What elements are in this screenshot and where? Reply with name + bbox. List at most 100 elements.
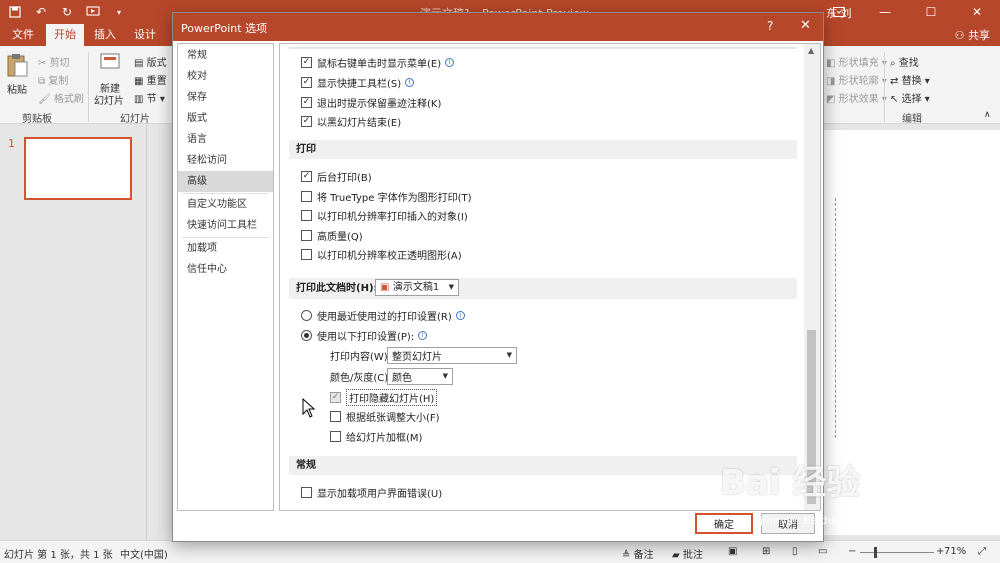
nav-save[interactable]: 保存 xyxy=(178,87,273,108)
reading-view-icon[interactable]: ▯ xyxy=(792,546,798,557)
new-slide-label-2[interactable]: 幻灯片 xyxy=(94,92,124,107)
color-label: 颜色/灰度(C): xyxy=(330,372,392,384)
checkbox-background-print[interactable]: ✓ xyxy=(301,170,312,182)
customize-qat-icon[interactable]: ▾ xyxy=(110,3,128,21)
option-align-transparent[interactable]: 以打印机分辨率校正透明图形(A) xyxy=(301,245,462,263)
paste-button[interactable]: 粘贴 xyxy=(7,81,27,96)
maximize-icon[interactable]: ☐ xyxy=(908,0,954,24)
option-background-print[interactable]: ✓ 后台打印(B) xyxy=(301,167,372,185)
cut-button[interactable]: ✂ 剪切 xyxy=(38,54,70,69)
pane-divider[interactable] xyxy=(146,124,147,540)
notes-button[interactable]: ≜ 备注 xyxy=(622,546,654,561)
help-icon[interactable]: ? xyxy=(767,19,773,33)
zoom-level[interactable]: 71% xyxy=(944,546,966,557)
option-use-recent-settings[interactable]: 使用最近使用过的打印设置(R) i xyxy=(301,306,465,324)
minimize-icon[interactable]: — xyxy=(862,0,908,24)
option-use-following-settings[interactable]: 使用以下打印设置(P): i xyxy=(301,326,428,344)
radio-use-following[interactable] xyxy=(301,329,312,341)
checkbox-truetype-graphics[interactable] xyxy=(301,190,312,202)
checkbox-end-black-slide[interactable]: ✓ xyxy=(301,115,312,127)
option-addin-errors[interactable]: 显示加载项用户界面错误(U) xyxy=(301,483,442,501)
undo-icon[interactable]: ↶ xyxy=(32,3,50,21)
slideshow-icon[interactable]: ▭ xyxy=(818,546,827,557)
checkbox-scale-to-fit[interactable] xyxy=(330,410,341,422)
scroll-up-icon[interactable]: ▲ xyxy=(808,46,814,55)
option-mini-toolbar[interactable]: ✓ 显示快捷工具栏(S) i xyxy=(301,73,415,91)
new-slide-icon[interactable] xyxy=(100,52,122,75)
slide-sorter-icon[interactable]: ⊞ xyxy=(762,546,770,557)
print-document-dropdown[interactable]: ▣ 演示文稿1 ▼ xyxy=(375,279,459,296)
close-icon[interactable]: ✕ xyxy=(954,0,1000,24)
tab-design[interactable]: 设计 xyxy=(126,24,164,46)
checkbox-right-click-menu[interactable]: ✓ xyxy=(301,56,312,68)
option-label: 以打印机分辨率打印插入的对象(I) xyxy=(317,211,468,223)
chevron-down-icon: ▼ xyxy=(442,372,448,380)
option-keep-ink[interactable]: ✓ 退出时提示保留墨迹注释(K) xyxy=(301,93,441,111)
color-dropdown[interactable]: 颜色 ▼ xyxy=(387,367,453,385)
fit-to-window-icon[interactable]: ⤢ xyxy=(978,546,986,557)
zoom-out-icon[interactable]: − xyxy=(848,546,856,557)
checkbox-align-transparent[interactable] xyxy=(301,248,312,260)
checkbox-printer-resolution-objects[interactable] xyxy=(301,209,312,221)
radio-use-recent[interactable] xyxy=(301,309,312,321)
nav-layout[interactable]: 版式 xyxy=(178,108,273,129)
tab-insert[interactable]: 插入 xyxy=(86,24,124,46)
comments-button[interactable]: ▰ 批注 xyxy=(672,546,703,561)
option-scale-to-fit[interactable]: 根据纸张调整大小(F) xyxy=(330,407,440,425)
slide-thumbnail[interactable] xyxy=(24,137,132,200)
nav-advanced[interactable]: 高级 xyxy=(178,171,273,192)
checkbox-addin-errors[interactable] xyxy=(301,486,312,498)
nav-accessibility[interactable]: 轻松访问 xyxy=(178,150,273,171)
section-divider xyxy=(289,47,797,49)
redo-icon[interactable]: ↻ xyxy=(58,3,76,21)
tab-file[interactable]: 文件 xyxy=(4,24,42,46)
zoom-slider-thumb[interactable] xyxy=(874,547,877,558)
nav-quick-access-toolbar[interactable]: 快速访问工具栏 xyxy=(178,215,273,236)
shape-outline-button[interactable]: ◨ 形状轮廓 ▾ xyxy=(826,72,887,87)
checkbox-keep-ink[interactable]: ✓ xyxy=(301,96,312,108)
option-end-black-slide[interactable]: ✓ 以黑幻灯片结束(E) xyxy=(301,112,401,130)
checkbox-high-quality[interactable] xyxy=(301,229,312,241)
dialog-close-icon[interactable]: ✕ xyxy=(800,18,811,33)
option-frame-slides[interactable]: 给幻灯片加框(M) xyxy=(330,427,422,445)
options-scrollbar[interactable]: ▲ xyxy=(804,44,820,510)
checkbox-frame-slides[interactable] xyxy=(330,430,341,442)
find-button[interactable]: ⌕ 查找 xyxy=(890,54,919,69)
normal-view-icon[interactable]: ▣ xyxy=(728,546,737,557)
shape-fill-button[interactable]: ◧ 形状填充 ▾ xyxy=(826,54,887,69)
share-button[interactable]: ⚇ 共享 xyxy=(955,27,990,43)
replace-button[interactable]: ⇄ 替换 ▾ xyxy=(890,72,930,87)
option-right-click-menu[interactable]: ✓ 鼠标右键单击时显示菜单(E) i xyxy=(301,53,455,71)
nav-customize-ribbon[interactable]: 自定义功能区 xyxy=(178,194,273,215)
reset-label: 重置 xyxy=(146,76,167,87)
nav-addins[interactable]: 加载项 xyxy=(178,238,273,259)
shape-effects-button[interactable]: ◩ 形状效果 ▾ xyxy=(826,90,887,105)
layout-button[interactable]: ▤ 版式 xyxy=(134,54,167,69)
reset-button[interactable]: ▦ 重置 xyxy=(134,72,167,87)
paste-icon[interactable] xyxy=(6,52,28,81)
select-label: 选择 xyxy=(901,94,922,105)
format-painter-button[interactable]: 🖌 格式刷 xyxy=(38,90,84,105)
nav-general[interactable]: 常规 xyxy=(178,45,273,66)
select-button[interactable]: ↖ 选择 ▾ xyxy=(890,90,930,105)
option-high-quality[interactable]: 高质量(Q) xyxy=(301,226,363,244)
tab-home[interactable]: 开始 xyxy=(46,24,84,46)
option-truetype-graphics[interactable]: 将 TrueType 字体作为图形打印(T) xyxy=(301,187,471,205)
section-button[interactable]: ▥ 节 ▾ xyxy=(134,90,165,105)
replace-label: 替换 xyxy=(901,76,922,87)
zoom-slider[interactable] xyxy=(860,552,934,553)
option-print-hidden-slides[interactable]: ✓ 打印隐藏幻灯片(H) xyxy=(330,388,438,406)
language-status[interactable]: 中文(中国) xyxy=(120,546,168,561)
nav-proofing[interactable]: 校对 xyxy=(178,66,273,87)
copy-button[interactable]: ⧉ 复制 xyxy=(38,72,68,87)
nav-trust-center[interactable]: 信任中心 xyxy=(178,259,273,280)
option-printer-resolution-objects[interactable]: 以打印机分辨率打印插入的对象(I) xyxy=(301,206,468,224)
print-what-dropdown[interactable]: 整页幻灯片 ▼ xyxy=(387,346,517,364)
nav-language[interactable]: 语言 xyxy=(178,129,273,150)
start-from-beginning-icon[interactable] xyxy=(84,3,102,21)
checkbox-print-hidden-slides[interactable]: ✓ xyxy=(330,391,341,403)
ok-button[interactable]: 确定 xyxy=(695,513,753,534)
save-icon[interactable] xyxy=(6,3,24,21)
collapse-ribbon-icon[interactable]: ∧ xyxy=(984,110,991,120)
checkbox-mini-toolbar[interactable]: ✓ xyxy=(301,76,312,88)
